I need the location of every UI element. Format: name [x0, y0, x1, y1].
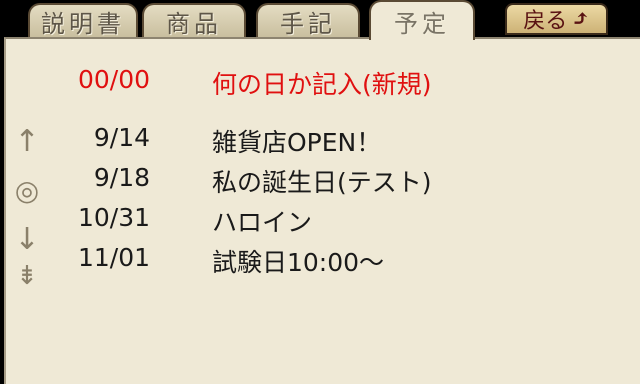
- event-date: 10/31: [77, 203, 150, 232]
- tab-manual[interactable]: 説明書: [28, 3, 138, 38]
- new-entry-title: 何の日か記入(新規): [212, 70, 432, 99]
- event-row[interactable]: 11/01 試験日10:00〜: [6, 243, 606, 283]
- tab-manual-label: 説明書: [41, 9, 125, 38]
- event-row[interactable]: 9/18 私の誕生日(テスト): [6, 163, 606, 203]
- event-row[interactable]: 10/31 ハロイン: [6, 203, 606, 243]
- event-title: ハロイン: [212, 208, 313, 237]
- event-date: 9/18: [93, 163, 150, 192]
- schedule-screen: 説明書 商品 手記 予定 戻る ⤴ ↑ ◎ ↓ ⇟ 00/00 何の日か記入(新…: [0, 0, 640, 384]
- tab-notes-label: 手記: [280, 9, 336, 38]
- tab-products[interactable]: 商品: [142, 3, 246, 38]
- event-date: 11/01: [77, 243, 150, 272]
- new-entry-date: 00/00: [77, 65, 150, 94]
- new-entry-row[interactable]: 00/00 何の日か記入(新規): [6, 65, 606, 105]
- curved-up-arrow-icon: ⤴: [571, 6, 590, 32]
- schedule-panel: ↑ ◎ ↓ ⇟ 00/00 何の日か記入(新規) 9/14 雑貨店OPEN！ 9…: [4, 37, 640, 384]
- back-button-label: 戻る: [523, 9, 568, 34]
- tab-schedule-label: 予定: [394, 9, 450, 38]
- event-title: 試験日10:00〜: [212, 248, 385, 277]
- back-button[interactable]: 戻る ⤴: [505, 3, 608, 35]
- event-title: 私の誕生日(テスト): [212, 168, 432, 197]
- event-date: 9/14: [93, 123, 150, 152]
- tab-schedule[interactable]: 予定: [369, 0, 475, 40]
- event-row[interactable]: 9/14 雑貨店OPEN！: [6, 123, 606, 163]
- tab-products-label: 商品: [166, 9, 222, 38]
- event-title: 雑貨店OPEN！: [212, 128, 382, 157]
- tab-notes[interactable]: 手記: [256, 3, 360, 38]
